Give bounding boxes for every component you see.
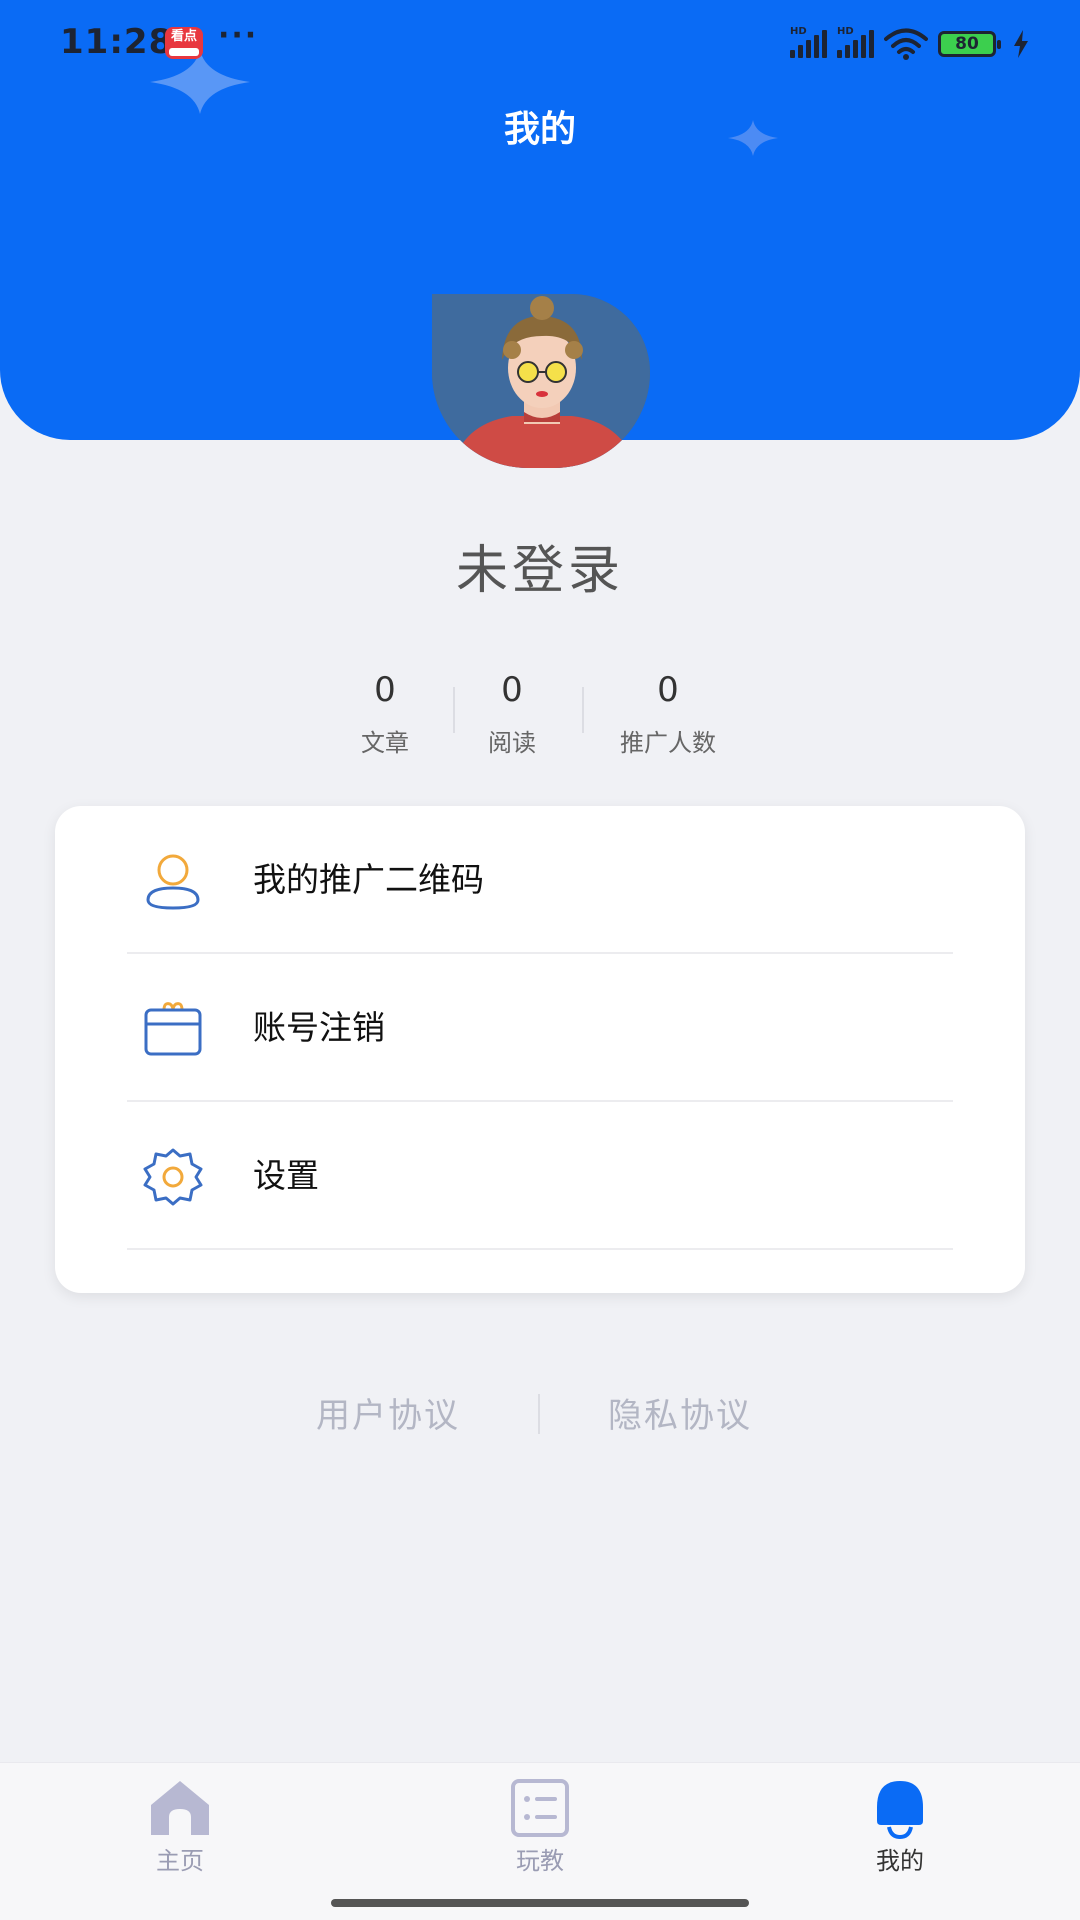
- stat-divider: [582, 687, 584, 733]
- tab-play[interactable]: 玩教: [460, 1763, 620, 1883]
- system-icons: HD HD 80: [790, 26, 1030, 62]
- menu-item-promo-qrcode[interactable]: 我的推广二维码: [55, 806, 1025, 954]
- menu-item-label: 设置: [253, 1156, 319, 1195]
- stat-value: 0: [374, 670, 396, 710]
- stat-divider: [453, 687, 455, 733]
- page-title: 我的: [503, 109, 576, 150]
- user-icon: [146, 854, 200, 910]
- charging-icon: [1014, 30, 1028, 58]
- menu-item-account-cancel[interactable]: 账号注销: [55, 954, 1025, 1102]
- app-notification-icon: 看点: [165, 27, 203, 59]
- home-indicator[interactable]: [331, 1899, 749, 1907]
- stats-row: 0 文章 0 阅读 0 推广人数: [0, 665, 1080, 765]
- status-time: 11:28: [60, 22, 174, 62]
- tab-label: 主页: [156, 1847, 204, 1875]
- stat-value: 0: [657, 670, 679, 710]
- wifi-icon: [884, 28, 928, 60]
- signal-icon: HD: [837, 26, 874, 58]
- stat-label: 阅读: [488, 729, 536, 757]
- tab-label: 玩教: [516, 1847, 564, 1875]
- list-icon: [511, 1779, 569, 1837]
- user-agreement-link[interactable]: 用户协议: [316, 1388, 460, 1437]
- divider: [127, 1248, 953, 1250]
- wallet-icon: [144, 1002, 202, 1056]
- status-bar: 11:28 看点 ··· HD HD 80: [0, 0, 1080, 90]
- privacy-agreement-link[interactable]: 隐私协议: [608, 1388, 752, 1437]
- menu-card: 我的推广二维码 账号注销 设置: [55, 806, 1025, 1293]
- stat-value: 0: [501, 670, 523, 710]
- stat-label: 推广人数: [620, 729, 716, 757]
- bell-icon: [877, 1781, 923, 1839]
- avatar-illustration: [432, 294, 650, 468]
- agreement-links: 用户协议 隐私协议: [0, 1388, 1080, 1438]
- login-status-nickname[interactable]: 未登录: [0, 528, 1080, 603]
- avatar[interactable]: [432, 294, 650, 468]
- stat-reads[interactable]: 0 阅读: [462, 665, 562, 758]
- link-divider: [538, 1394, 540, 1434]
- tab-label: 我的: [876, 1847, 924, 1875]
- menu-item-label: 我的推广二维码: [253, 860, 484, 899]
- tab-home[interactable]: 主页: [100, 1763, 260, 1883]
- battery-icon: 80: [938, 31, 1001, 57]
- stat-articles[interactable]: 0 文章: [335, 665, 435, 758]
- bottom-tab-bar: 主页 玩教 我的: [0, 1762, 1080, 1920]
- gear-icon: [143, 1148, 203, 1206]
- stat-referrals[interactable]: 0 推广人数: [598, 665, 738, 758]
- stat-label: 文章: [361, 729, 409, 757]
- home-icon: [151, 1781, 209, 1835]
- menu-item-settings[interactable]: 设置: [55, 1102, 1025, 1250]
- tab-mine[interactable]: 我的: [820, 1763, 980, 1883]
- menu-item-label: 账号注销: [253, 1008, 385, 1047]
- more-notifications-icon: ···: [218, 18, 259, 53]
- signal-icon: HD: [790, 26, 827, 58]
